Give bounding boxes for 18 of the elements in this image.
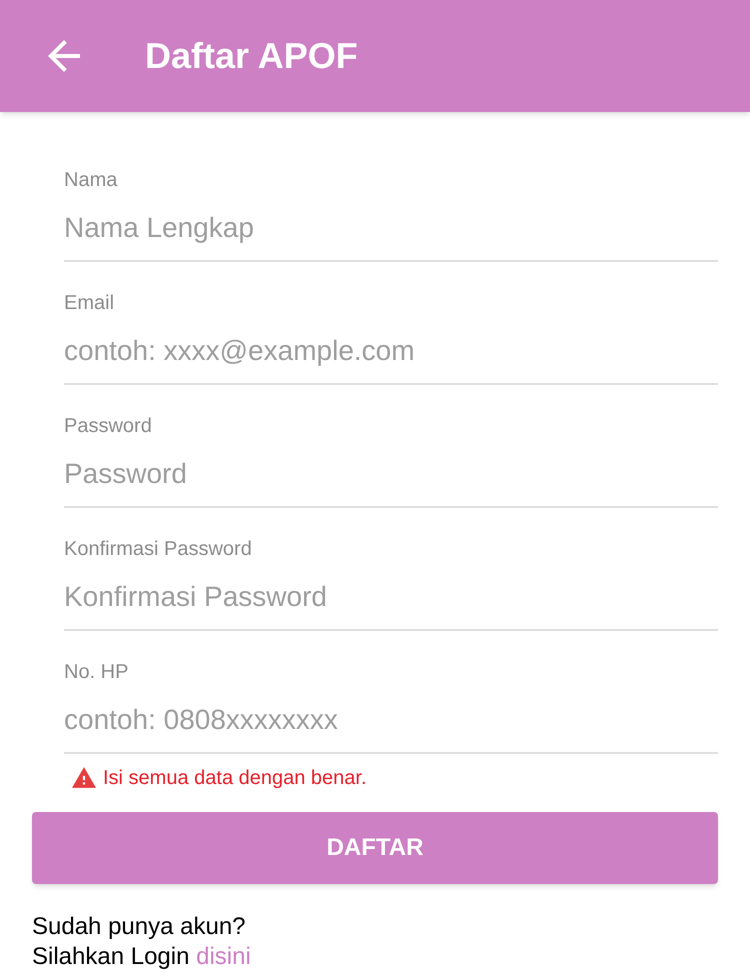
field-label: Nama <box>64 168 118 192</box>
login-link[interactable]: disini <box>196 943 251 970</box>
field-label: Password <box>64 414 152 438</box>
field-label: No. HP <box>64 660 128 684</box>
text-field[interactable]: Nama Lengkap <box>64 196 718 262</box>
account-question: Sudah punya akun? <box>32 912 246 942</box>
warning-icon <box>72 767 96 789</box>
back-arrow-icon <box>48 40 80 72</box>
field-label: Email <box>64 291 114 315</box>
error-message: Isi semua data dengan benar. <box>103 766 367 790</box>
app-bar-title: Daftar APOF <box>145 38 358 74</box>
register-button[interactable]: DAFTAR <box>32 812 718 884</box>
login-prompt: Silahkan Login disini <box>32 942 251 972</box>
field-label: Konfirmasi Password <box>64 537 252 561</box>
text-field[interactable]: Konfirmasi Password <box>64 565 718 631</box>
text-field[interactable]: contoh: 0808xxxxxxxx <box>64 688 718 754</box>
text-field[interactable]: contoh: xxxx@example.com <box>64 319 718 385</box>
text-field[interactable]: Password <box>64 442 718 508</box>
